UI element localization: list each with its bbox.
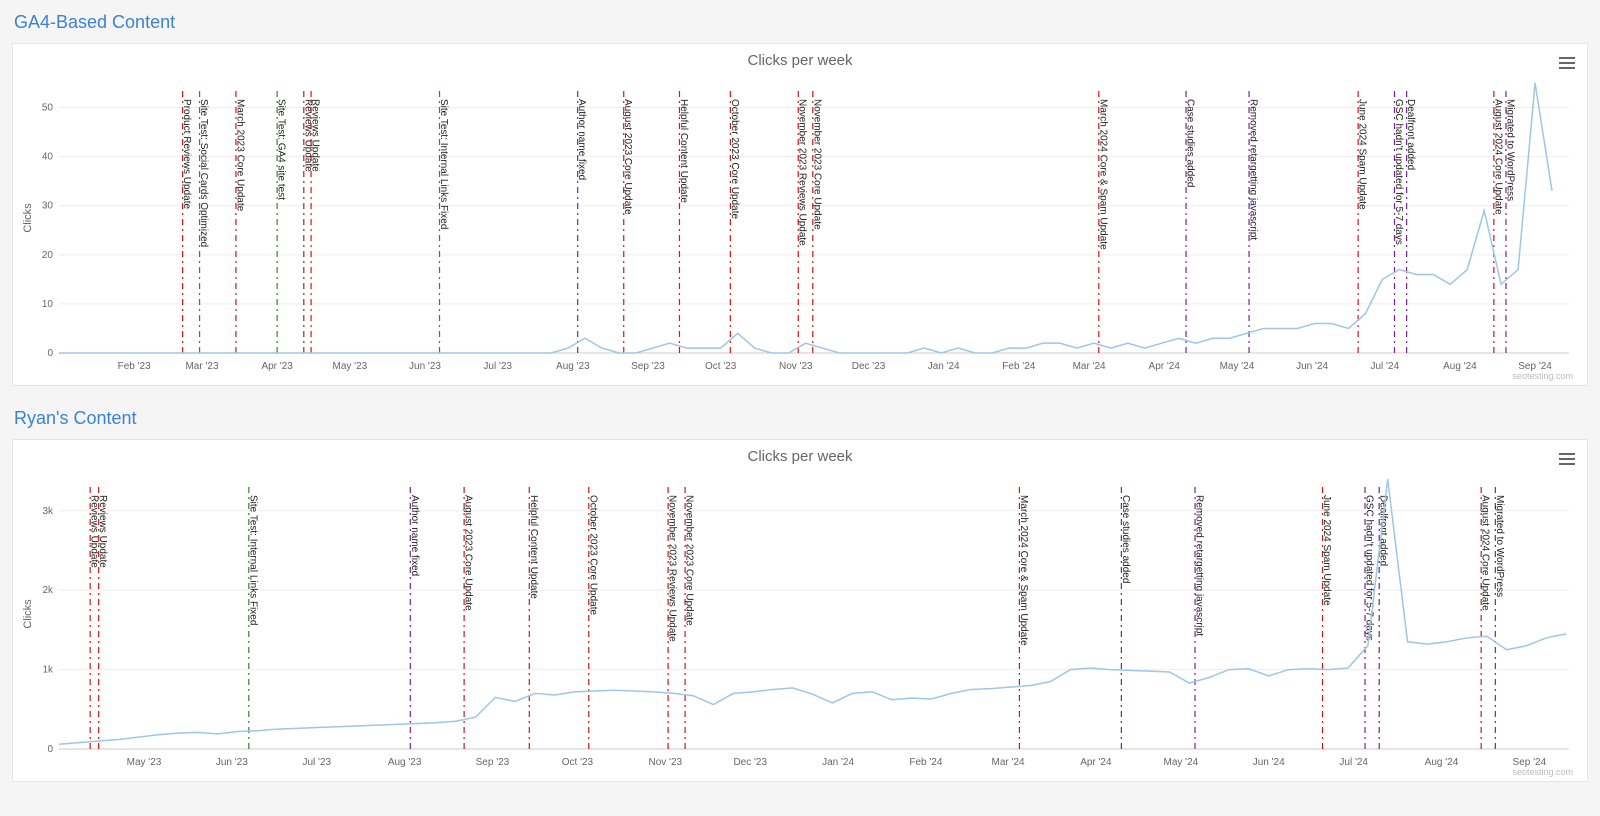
svg-text:Jun '23: Jun '23 (409, 361, 441, 372)
svg-text:Jun '24: Jun '24 (1296, 361, 1328, 372)
annotation-label: August 2024 Core Update (1480, 495, 1491, 611)
svg-text:50: 50 (42, 103, 54, 114)
chart-title: Clicks per week (19, 448, 1581, 465)
annotation-label: Case studies added (1185, 99, 1196, 187)
svg-text:Feb '23: Feb '23 (118, 361, 151, 372)
svg-text:Jul '24: Jul '24 (1339, 757, 1368, 768)
annotation-label: Site Test: GA4 site test (276, 99, 287, 200)
annotation-label: October 2023 Core Update (729, 99, 740, 220)
annotation-label: Site Test: Internal Links Fixed (438, 99, 449, 229)
annotation-label: August 2024 Core Update (1492, 99, 1503, 215)
annotation-label: Migrated to WordPress (1504, 99, 1515, 201)
annotation-label: Author name fixed (409, 495, 420, 576)
svg-text:Jul '24: Jul '24 (1370, 361, 1399, 372)
annotation-label: Author name fixed (576, 99, 587, 180)
svg-text:seotesting.com: seotesting.com (1512, 371, 1573, 381)
svg-text:May '23: May '23 (332, 361, 367, 372)
svg-text:20: 20 (42, 250, 54, 261)
annotation-label: Product Reviews Update (181, 99, 192, 209)
chart-card-ga4: Clicks per week 0 10 20 30 40 50 Clicks Feb '23… (12, 43, 1588, 386)
annotation-label: March 2024 Core & Spam Update (1018, 495, 1029, 646)
annotation-label: November 2023 Reviews Update (667, 495, 678, 642)
series-line (59, 479, 1566, 744)
svg-text:0: 0 (47, 744, 53, 755)
chart-svg-ryan: 0 1k 2k 3k Clicks May '23 Jun '23 Jul '23 Aug '2… (19, 469, 1579, 779)
chart-svg-ga4: 0 10 20 30 40 50 Clicks Feb '23 Mar '23 Apr '23 Ma… (19, 73, 1579, 383)
annotation-label: November 2023 Core Update (811, 99, 822, 230)
svg-text:May '24: May '24 (1164, 757, 1199, 768)
annotation-label: Dealfront added (1405, 99, 1416, 170)
annotation-label: Site Test: Internal Links Fixed (247, 495, 258, 625)
svg-text:Nov '23: Nov '23 (779, 361, 813, 372)
annotation-label: Case studies added (1120, 495, 1131, 583)
svg-text:Jan '24: Jan '24 (822, 757, 854, 768)
svg-text:May '24: May '24 (1220, 361, 1255, 372)
svg-text:10: 10 (42, 299, 54, 310)
annotation-label: Migrated to WordPress (1494, 495, 1505, 597)
annotation-label: GSC hadn't updated for 5-7 days (1364, 495, 1375, 641)
svg-text:Jun '24: Jun '24 (1253, 757, 1285, 768)
svg-text:Apr '23: Apr '23 (261, 361, 293, 372)
svg-text:Jul '23: Jul '23 (483, 361, 512, 372)
svg-text:2k: 2k (42, 585, 54, 596)
hamburger-icon[interactable] (1559, 54, 1575, 72)
svg-text:Apr '24: Apr '24 (1149, 361, 1181, 372)
hamburger-icon[interactable] (1559, 450, 1575, 468)
annotation-label: Reviews Update (97, 495, 108, 568)
svg-text:0: 0 (47, 348, 53, 359)
annotation-label: October 2023 Core Update (587, 495, 598, 616)
svg-text:Dec '23: Dec '23 (733, 757, 767, 768)
annotation-label: Reviews Update (310, 99, 321, 172)
chart-title: Clicks per week (19, 52, 1581, 69)
svg-text:Mar '23: Mar '23 (185, 361, 218, 372)
section-title-ga4: GA4-Based Content (14, 12, 1588, 33)
svg-text:Clicks: Clicks (22, 203, 34, 233)
svg-text:Jun '23: Jun '23 (216, 757, 248, 768)
annotation-label: Site Test: Social Cards Optimized (198, 99, 209, 247)
annotation-label: August 2023 Core Update (463, 495, 474, 611)
svg-text:Dec '23: Dec '23 (852, 361, 886, 372)
section-title-ryan: Ryan's Content (14, 408, 1588, 429)
annotation-label: Helpful Content Update (528, 495, 539, 599)
annotation-label: November 2023 Reviews Update (797, 99, 808, 246)
svg-text:3k: 3k (42, 506, 54, 517)
svg-text:Aug '24: Aug '24 (1425, 757, 1459, 768)
svg-text:Sep '23: Sep '23 (476, 757, 510, 768)
chart-card-ryan: Clicks per week 0 1k 2k 3k Clicks May '23 Jun … (12, 439, 1588, 782)
svg-text:Mar '24: Mar '24 (992, 757, 1025, 768)
svg-text:seotesting.com: seotesting.com (1512, 767, 1573, 777)
svg-text:Oct '23: Oct '23 (705, 361, 737, 372)
svg-text:Aug '23: Aug '23 (388, 757, 422, 768)
annotation-label: Removed retargetting javascript (1248, 99, 1259, 240)
svg-text:30: 30 (42, 201, 54, 212)
svg-text:May '23: May '23 (127, 757, 162, 768)
annotation-label: June 2024 Spam Update (1357, 99, 1368, 210)
svg-text:1k: 1k (42, 665, 54, 676)
annotation-label: Removed retargetting javascript (1194, 495, 1205, 636)
annotation-label: November 2023 Core Update (684, 495, 695, 626)
svg-text:Clicks: Clicks (22, 599, 34, 629)
annotation-label: March 2024 Core & Spam Update (1097, 99, 1108, 250)
svg-text:Jul '23: Jul '23 (303, 757, 332, 768)
svg-text:Jan '24: Jan '24 (928, 361, 960, 372)
annotation-label: Helpful Content Update (678, 99, 689, 203)
svg-text:Feb '24: Feb '24 (909, 757, 942, 768)
svg-text:Aug '24: Aug '24 (1443, 361, 1477, 372)
annotation-label: June 2024 Spam Update (1321, 495, 1332, 606)
svg-text:Aug '23: Aug '23 (556, 361, 590, 372)
annotation-label: GSC hadn't updated for 5-7 days (1393, 99, 1404, 245)
svg-text:40: 40 (42, 152, 54, 163)
svg-text:Nov '23: Nov '23 (648, 757, 682, 768)
svg-text:Feb '24: Feb '24 (1002, 361, 1035, 372)
svg-text:Oct '23: Oct '23 (562, 757, 594, 768)
svg-text:Apr '24: Apr '24 (1080, 757, 1112, 768)
svg-text:Sep '23: Sep '23 (631, 361, 665, 372)
annotation-label: March 2023 Core Update (234, 99, 245, 212)
svg-text:Mar '24: Mar '24 (1073, 361, 1106, 372)
annotation-label: August 2023 Core Update (622, 99, 633, 215)
